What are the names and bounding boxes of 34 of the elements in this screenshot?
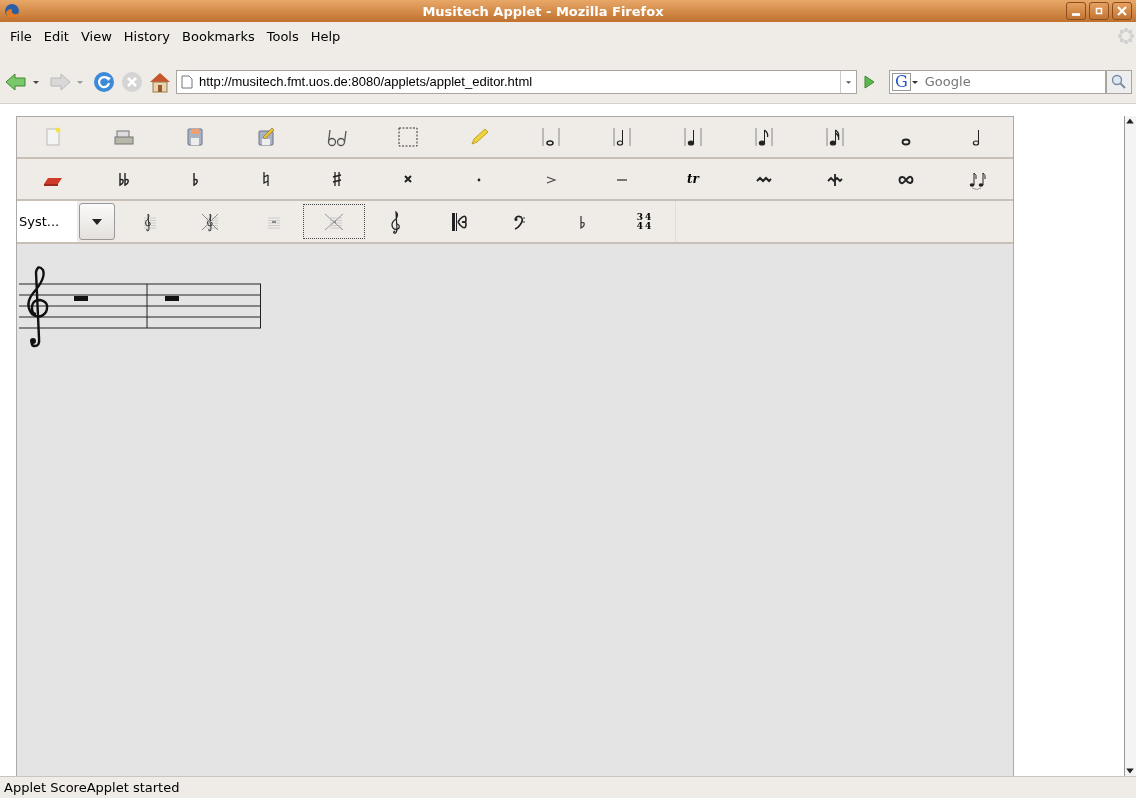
address-field[interactable]: http://musitech.fmt.uos.de:8080/applets/applet_editor.html: [176, 69, 857, 94]
menu-item[interactable]: File: [4, 28, 38, 44]
browser-logo-icon: [4, 3, 20, 19]
dropdown-button[interactable]: [79, 203, 115, 240]
menu-item[interactable]: Help: [304, 28, 347, 44]
system-dropdown[interactable]: Syst...: [17, 201, 77, 242]
window-title: Musitech Applet - Mozilla Firefox: [421, 3, 665, 19]
maximize-icon: [1094, 6, 1104, 16]
minimize-button[interactable]: [1066, 2, 1086, 20]
menu-item[interactable]: Edit: [37, 28, 75, 44]
scroll-down-icon[interactable]: [1125, 766, 1135, 776]
close-icon: [1117, 6, 1127, 16]
selection-icon[interactable]: [396, 125, 421, 149]
page-icon: [181, 74, 193, 89]
go-icon[interactable]: [861, 73, 877, 90]
search-icon: [1111, 73, 1127, 90]
reload-icon[interactable]: [92, 69, 116, 94]
minimize-icon: [1072, 12, 1080, 16]
caret-icon: [92, 218, 102, 225]
trill-button[interactable]: tr: [686, 172, 699, 186]
search-bar[interactable]: G Google: [889, 69, 1106, 94]
scroll-up-icon[interactable]: [1125, 116, 1135, 126]
status-text: Applet ScoreApplet started: [0, 776, 1136, 798]
time-signature-button[interactable]: 3 4 4 4: [613, 204, 675, 239]
maximize-button[interactable]: [1089, 2, 1109, 20]
menu-item[interactable]: History: [117, 28, 177, 44]
search-engine-button[interactable]: G: [892, 72, 911, 91]
vertical-scrollbar[interactable]: [1124, 116, 1136, 776]
search-button[interactable]: [1106, 69, 1132, 94]
menu-item[interactable]: Tools: [260, 28, 305, 44]
close-button[interactable]: [1112, 2, 1132, 20]
menu-item[interactable]: View: [74, 28, 118, 44]
loading-spinner-icon: [1118, 28, 1134, 44]
menu-item[interactable]: Bookmarks: [176, 28, 261, 44]
